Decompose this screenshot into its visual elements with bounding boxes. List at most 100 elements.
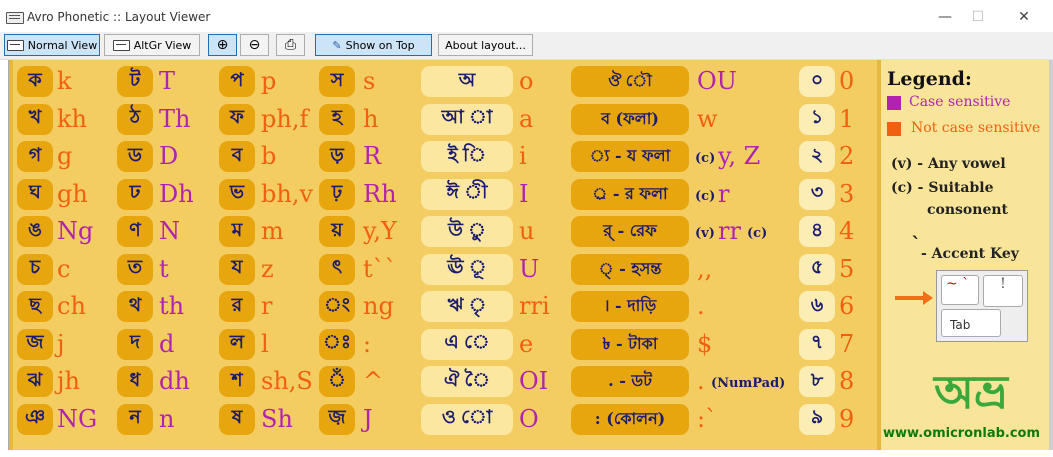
phonetic-label: N (159, 217, 180, 245)
letter-key: ত (117, 253, 153, 285)
phonetic-label: :` (697, 404, 718, 433)
letter-key: জ় (319, 403, 355, 435)
tilde-key-label: ~ (946, 276, 958, 292)
letter-key: ল (219, 328, 255, 360)
accent-key-image: ~ ` ! Tab (936, 270, 1028, 342)
pin-icon: ✎ (332, 38, 342, 52)
print-button[interactable]: ⎙ (276, 34, 305, 56)
phonetic-label: o (519, 67, 534, 95)
phonetic-label: rri (519, 292, 550, 320)
letter-key: ণ (117, 216, 153, 247)
layout-grid: ক k খ kh গ g ঘ gh ঙ Ng চ c ছ ch জ j ঝ jh ঞ NG ট T ঠ Th ড D ঢ Dh ণ N ত t… (13, 60, 877, 450)
letter-key: শ (219, 366, 255, 397)
phonetic-label: dh (159, 367, 190, 395)
phonetic-label: 7 (839, 329, 855, 358)
qualifier-label: (c) (695, 151, 716, 166)
phonetic-label: 5 (839, 254, 855, 283)
phonetic-label: U (519, 254, 540, 283)
phonetic-label: gh (57, 179, 88, 208)
letter-key: ঢ় (319, 178, 355, 210)
letter-key: ঙ (17, 216, 53, 247)
letter-key: ভ (219, 178, 255, 210)
letter-key: য় (319, 216, 355, 247)
letter-key: ছ (17, 291, 53, 322)
normal-view-button[interactable]: Normal View (4, 34, 100, 56)
qualifier-label: (NumPad) (711, 376, 786, 391)
legend-panel: Legend: Case sensitive Not case sensitiv… (881, 60, 1051, 450)
keyboard-icon (6, 39, 24, 51)
consonant-note: consonent (927, 202, 1008, 218)
sign-key: ব (ফলা) (571, 103, 689, 135)
maximize-button[interactable]: ☐ (958, 6, 998, 28)
show-on-top-button[interactable]: ✎ Show on Top (315, 34, 432, 56)
phonetic-label: J (363, 404, 373, 433)
vowel-key: আ া (421, 103, 513, 135)
phonetic-label: th (159, 292, 185, 320)
phonetic-label: T (159, 67, 176, 95)
phonetic-label: 8 (839, 367, 855, 395)
letter-key: থ (117, 291, 153, 322)
phonetic-label: j (57, 329, 65, 358)
phonetic-label: 1 (839, 104, 855, 133)
qualifier-label: (c) (695, 188, 716, 204)
letter-key: দ (117, 328, 153, 360)
phonetic-label: a (519, 104, 534, 133)
letter-key: ড় (319, 141, 355, 172)
phonetic-label: ,, (697, 254, 713, 283)
phonetic-label: u (519, 217, 535, 245)
sign-key: . - ডট (571, 366, 689, 397)
letter-key: গ (17, 141, 53, 172)
zoom-out-button[interactable]: ⊖ (240, 34, 269, 56)
phonetic-label: Rh (363, 179, 397, 208)
letter-key: ড (117, 141, 153, 172)
accent-mark: ` (911, 232, 921, 256)
keyboard-layout-panel: ক k খ kh গ g ঘ gh ঙ Ng চ c ছ ch জ j ঝ jh ঞ NG ট T ঠ Th ড D ঢ Dh ণ N ত t… (9, 60, 881, 450)
phonetic-label: Th (159, 104, 191, 133)
website-link[interactable]: www.omicronlab.com (883, 426, 1040, 441)
altgr-view-button[interactable]: AltGr View (104, 34, 200, 56)
phonetic-label: t (159, 254, 169, 283)
sign-key: ঔ ৌ (571, 66, 689, 97)
sign-key: ্ - হসন্ত (571, 253, 689, 285)
phonetic-label: D (159, 142, 179, 170)
toolbar: Normal View AltGr View ⊕ ⊖ ⎙ ✎ Show on To… (0, 32, 1053, 60)
sign-key: ্র - র ফলা (571, 178, 689, 210)
phonetic-label: p (261, 67, 277, 95)
phonetic-label: bh,v (261, 179, 314, 208)
altgr-view-label: AltGr View (133, 38, 192, 52)
avro-logo: অভ্র (934, 365, 1008, 419)
tilde-key: ~ ` (941, 275, 979, 305)
title-bar: Avro Phonetic :: Layout Viewer — ☐ ✕ (0, 0, 1053, 32)
phonetic-label: Sh (261, 404, 293, 433)
phonetic-label: y, Z (718, 142, 761, 170)
letter-key: ফ (219, 103, 255, 135)
letter-key: ঠ (117, 103, 153, 135)
phonetic-label: R (363, 142, 382, 170)
vowel-key: অ (421, 66, 513, 97)
letter-key: য (219, 253, 255, 285)
letter-key: স (319, 66, 355, 97)
zoom-in-icon: ⊕ (216, 37, 229, 53)
phonetic-label: k (57, 67, 72, 95)
window-edge (1049, 60, 1053, 450)
not-case-sensitive-label: Not case sensitive (911, 120, 1041, 136)
phonetic-label: I (519, 179, 529, 208)
phonetic-label: b (261, 142, 277, 170)
phonetic-label: . (697, 367, 705, 395)
phonetic-label: OU (697, 67, 737, 95)
phonetic-label: O (519, 404, 539, 433)
letter-key: ঞ (17, 403, 53, 435)
letter-key: ঁ (319, 366, 355, 397)
zoom-in-button[interactable]: ⊕ (208, 34, 237, 56)
zoom-out-icon: ⊖ (248, 37, 261, 53)
close-button[interactable]: ✕ (1004, 6, 1044, 28)
about-layout-button[interactable]: About layout... (438, 34, 533, 56)
digit-key: ৬ (799, 291, 835, 322)
printer-icon: ⎙ (284, 37, 297, 53)
vowel-key: ঊ ূ (421, 253, 513, 285)
digit-key: ১ (799, 103, 835, 135)
phonetic-label: kh (57, 104, 87, 133)
phonetic-label: jh (57, 367, 80, 395)
suitable-note: (c) - Suitable (891, 180, 994, 196)
phonetic-label: y,Y (363, 217, 397, 245)
